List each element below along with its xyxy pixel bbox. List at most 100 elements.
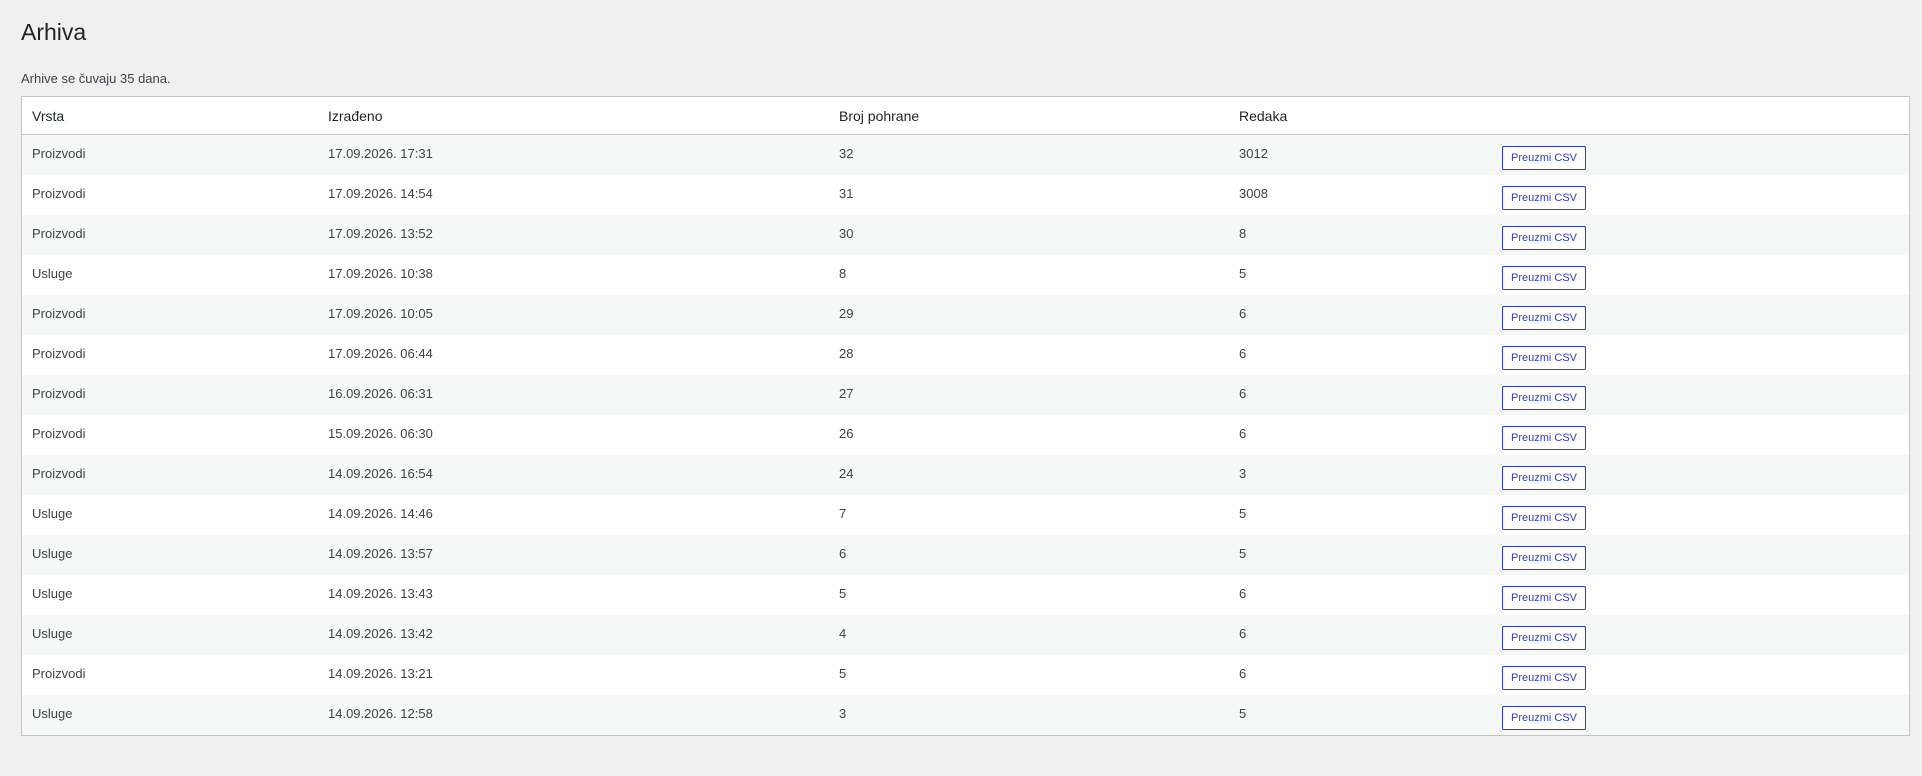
cell-broj-pohrane: 3	[829, 694, 1229, 735]
table-row: Usluge 14.09.2026. 13:43 5 6 Preuzmi CSV	[22, 574, 1909, 615]
cell-vrsta: Proizvodi	[22, 334, 318, 375]
table-body: Proizvodi 17.09.2026. 17:31 32 3012 Preuzmi …	[22, 134, 1909, 735]
cell-action: Preuzmi CSV	[1492, 614, 1909, 655]
cell-broj-pohrane: 30	[829, 214, 1229, 255]
table-row: Proizvodi 14.09.2026. 16:54 24 3 Preuzmi CSV	[22, 454, 1909, 495]
table-row: Proizvodi 17.09.2026. 17:31 32 3012 Preuzmi …	[22, 134, 1909, 175]
cell-izradeno: 14.09.2026. 13:21	[318, 654, 829, 695]
cell-vrsta: Proizvodi	[22, 654, 318, 695]
table-row: Proizvodi 17.09.2026. 13:52 30 8 Preuzmi CSV	[22, 214, 1909, 255]
cell-broj-pohrane: 24	[829, 454, 1229, 495]
archive-table-container: Vrsta Izrađeno Broj pohrane Redaka Proiz…	[21, 96, 1910, 736]
cell-broj-pohrane: 29	[829, 294, 1229, 335]
cell-redaka: 3008	[1229, 174, 1492, 215]
cell-broj-pohrane: 8	[829, 254, 1229, 295]
cell-broj-pohrane: 6	[829, 534, 1229, 575]
column-header-redaka: Redaka	[1229, 97, 1492, 135]
cell-redaka: 6	[1229, 654, 1492, 695]
table-row: Usluge 17.09.2026. 10:38 8 5 Preuzmi CSV	[22, 254, 1909, 295]
cell-action: Preuzmi CSV	[1492, 294, 1909, 335]
download-csv-button[interactable]: Preuzmi CSV	[1502, 265, 1587, 290]
cell-redaka: 6	[1229, 614, 1492, 655]
cell-izradeno: 14.09.2026. 13:57	[318, 534, 829, 575]
cell-action: Preuzmi CSV	[1492, 134, 1909, 175]
cell-vrsta: Proizvodi	[22, 454, 318, 495]
cell-action: Preuzmi CSV	[1492, 694, 1909, 735]
cell-action: Preuzmi CSV	[1492, 534, 1909, 575]
table-row: Proizvodi 17.09.2026. 14:54 31 3008 Preuzmi …	[22, 174, 1909, 215]
cell-izradeno: 14.09.2026. 14:46	[318, 494, 829, 535]
download-csv-button[interactable]: Preuzmi CSV	[1502, 665, 1587, 690]
cell-action: Preuzmi CSV	[1492, 334, 1909, 375]
retention-note: Arhive se čuvaju 35 dana.	[21, 71, 171, 86]
download-csv-button[interactable]: Preuzmi CSV	[1502, 305, 1587, 330]
cell-redaka: 6	[1229, 574, 1492, 615]
cell-vrsta: Usluge	[22, 694, 318, 735]
archive-page: Arhiva Arhive se čuvaju 35 dana. Vrsta I…	[0, 0, 1922, 776]
download-csv-button[interactable]: Preuzmi CSV	[1502, 545, 1587, 570]
table-row: Proizvodi 17.09.2026. 10:05 29 6 Preuzmi CSV	[22, 294, 1909, 335]
table-row: Usluge 14.09.2026. 13:57 6 5 Preuzmi CSV	[22, 534, 1909, 575]
cell-broj-pohrane: 31	[829, 174, 1229, 215]
cell-broj-pohrane: 5	[829, 574, 1229, 615]
download-csv-button[interactable]: Preuzmi CSV	[1502, 585, 1587, 610]
download-csv-button[interactable]: Preuzmi CSV	[1502, 465, 1587, 490]
cell-action: Preuzmi CSV	[1492, 654, 1909, 695]
column-header-actions	[1492, 97, 1909, 135]
cell-action: Preuzmi CSV	[1492, 214, 1909, 255]
cell-action: Preuzmi CSV	[1492, 454, 1909, 495]
cell-vrsta: Usluge	[22, 614, 318, 655]
download-csv-button[interactable]: Preuzmi CSV	[1502, 345, 1587, 370]
cell-action: Preuzmi CSV	[1492, 414, 1909, 455]
cell-izradeno: 17.09.2026. 17:31	[318, 134, 829, 175]
cell-izradeno: 17.09.2026. 06:44	[318, 334, 829, 375]
cell-redaka: 5	[1229, 534, 1492, 575]
cell-redaka: 6	[1229, 414, 1492, 455]
page-title: Arhiva	[21, 19, 87, 45]
cell-redaka: 3012	[1229, 134, 1492, 175]
cell-izradeno: 15.09.2026. 06:30	[318, 414, 829, 455]
download-csv-button[interactable]: Preuzmi CSV	[1502, 225, 1587, 250]
cell-vrsta: Usluge	[22, 254, 318, 295]
cell-redaka: 8	[1229, 214, 1492, 255]
download-csv-button[interactable]: Preuzmi CSV	[1502, 385, 1587, 410]
cell-action: Preuzmi CSV	[1492, 254, 1909, 295]
cell-redaka: 6	[1229, 294, 1492, 335]
download-csv-button[interactable]: Preuzmi CSV	[1502, 185, 1587, 210]
cell-izradeno: 14.09.2026. 13:42	[318, 614, 829, 655]
download-csv-button[interactable]: Preuzmi CSV	[1502, 146, 1587, 170]
cell-action: Preuzmi CSV	[1492, 574, 1909, 615]
download-csv-button[interactable]: Preuzmi CSV	[1502, 625, 1587, 650]
cell-izradeno: 14.09.2026. 12:58	[318, 694, 829, 735]
cell-broj-pohrane: 7	[829, 494, 1229, 535]
cell-redaka: 6	[1229, 374, 1492, 415]
cell-izradeno: 17.09.2026. 13:52	[318, 214, 829, 255]
cell-broj-pohrane: 4	[829, 614, 1229, 655]
table-header: Vrsta Izrađeno Broj pohrane Redaka	[22, 97, 1909, 135]
table-row: Usluge 14.09.2026. 14:46 7 5 Preuzmi CSV	[22, 494, 1909, 535]
cell-broj-pohrane: 32	[829, 134, 1229, 175]
download-csv-button[interactable]: Preuzmi CSV	[1502, 425, 1587, 450]
cell-izradeno: 16.09.2026. 06:31	[318, 374, 829, 415]
table-row: Proizvodi 15.09.2026. 06:30 26 6 Preuzmi CSV	[22, 414, 1909, 455]
column-header-vrsta: Vrsta	[22, 97, 318, 135]
cell-action: Preuzmi CSV	[1492, 374, 1909, 415]
cell-redaka: 3	[1229, 454, 1492, 495]
column-header-broj-pohrane: Broj pohrane	[829, 97, 1229, 135]
cell-vrsta: Usluge	[22, 494, 318, 535]
cell-izradeno: 14.09.2026. 13:43	[318, 574, 829, 615]
cell-vrsta: Proizvodi	[22, 134, 318, 175]
cell-vrsta: Usluge	[22, 534, 318, 575]
cell-broj-pohrane: 27	[829, 374, 1229, 415]
download-csv-button[interactable]: Preuzmi CSV	[1502, 505, 1587, 530]
cell-broj-pohrane: 26	[829, 414, 1229, 455]
cell-action: Preuzmi CSV	[1492, 174, 1909, 215]
header-row: Vrsta Izrađeno Broj pohrane Redaka	[22, 97, 1909, 135]
download-csv-button[interactable]: Preuzmi CSV	[1502, 705, 1587, 730]
cell-vrsta: Proizvodi	[22, 374, 318, 415]
archive-table: Vrsta Izrađeno Broj pohrane Redaka Proiz…	[22, 97, 1909, 735]
table-row: Proizvodi 16.09.2026. 06:31 27 6 Preuzmi CSV	[22, 374, 1909, 415]
cell-vrsta: Proizvodi	[22, 214, 318, 255]
table-row: Proizvodi 14.09.2026. 13:21 5 6 Preuzmi CSV	[22, 654, 1909, 695]
cell-vrsta: Proizvodi	[22, 414, 318, 455]
